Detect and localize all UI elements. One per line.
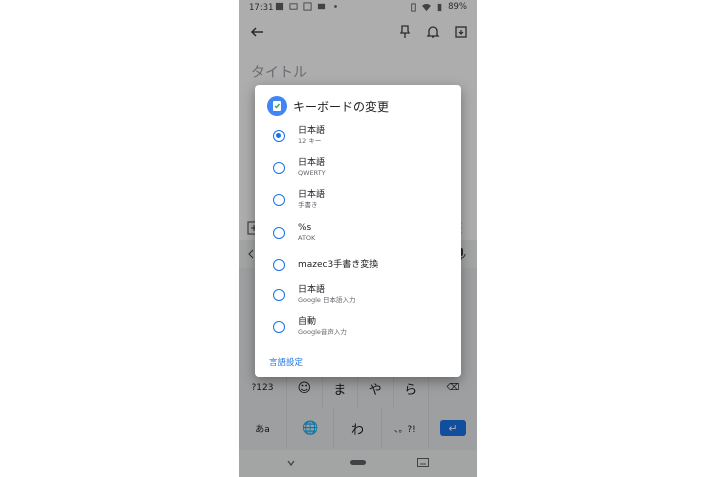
keyboard-option[interactable]: 日本語 手書き [255,184,461,216]
radio-button[interactable] [273,321,285,333]
keyboard-option[interactable]: 日本語 12 キー [255,120,461,152]
change-keyboard-dialog: キーボードの変更 日本語 12 キー 日本語 QWERTY 日本語 手書き %s ATO… [255,85,461,377]
option-sublabel: ATOK [298,234,316,242]
dialog-title: キーボードの変更 [293,99,390,114]
option-sublabel: Google音声入力 [298,328,347,336]
keyboard-app-icon [267,96,287,116]
keyboard-option[interactable]: mazec3手書き変換 [255,249,461,281]
radio-button[interactable] [273,162,285,174]
option-sublabel: 手書き [298,201,318,209]
keyboard-option[interactable]: 日本語 Google 日本語入力 [255,279,461,311]
option-label: 日本語 [298,190,326,200]
keyboard-option[interactable]: 日本語 QWERTY [255,152,461,184]
option-label: 日本語 [298,126,326,136]
dialog-header: キーボードの変更 [267,95,389,117]
radio-button-selected[interactable] [273,130,285,142]
option-label: 日本語 [298,158,326,168]
keyboard-option[interactable]: %s ATOK [255,217,461,249]
option-sublabel: Google 日本語入力 [298,296,356,304]
radio-button[interactable] [273,289,285,301]
option-label: %s [298,223,312,233]
option-sublabel: 12 キー [298,137,322,145]
option-label: 日本語 [298,285,326,295]
language-settings-link[interactable]: 言語設定 [269,356,303,368]
radio-button[interactable] [273,259,285,271]
option-sublabel: QWERTY [298,169,326,177]
radio-button[interactable] [273,227,285,239]
option-label: mazec3手書き変換 [298,259,379,270]
radio-button[interactable] [273,194,285,206]
option-label: 自動 [298,317,317,327]
keyboard-option[interactable]: 自動 Google音声入力 [255,311,461,343]
